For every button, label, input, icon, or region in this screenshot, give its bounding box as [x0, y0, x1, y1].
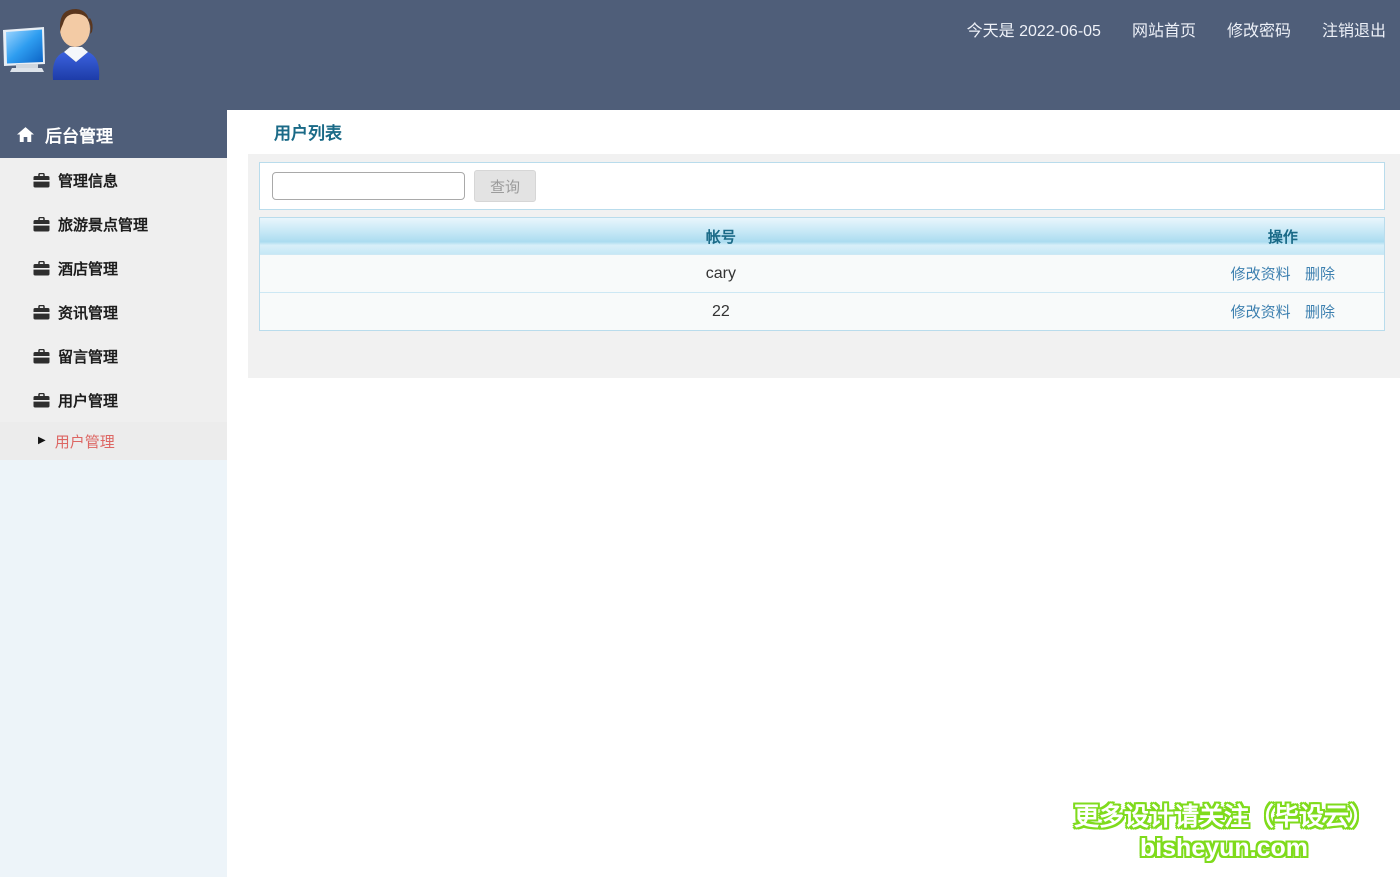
home-icon — [17, 126, 34, 142]
sidebar-item-messages[interactable]: 留言管理 — [0, 334, 227, 378]
sidebar-item-label: 用户管理 — [58, 392, 119, 410]
briefcase-icon — [33, 348, 50, 363]
actions-cell: 修改资料 删除 — [1182, 301, 1384, 322]
sidebar-item-label: 管理信息 — [58, 172, 119, 190]
triangle-right-icon: ▶ — [38, 435, 46, 446]
edit-profile-link[interactable]: 修改资料 — [1231, 266, 1291, 283]
sidebar-item-label: 留言管理 — [58, 348, 119, 366]
sidebar-background — [0, 460, 227, 877]
person-icon — [52, 9, 100, 80]
date-text: 今天是 2022-06-05 — [966, 23, 1101, 40]
sidebar-item-news[interactable]: 资讯管理 — [0, 290, 227, 334]
sidebar-item-label: 旅游景点管理 — [58, 216, 149, 234]
briefcase-icon — [33, 392, 50, 407]
sidebar-item-users[interactable]: 用户管理 — [0, 378, 227, 422]
briefcase-icon — [33, 172, 50, 187]
delete-link[interactable]: 删除 — [1305, 304, 1335, 321]
table-header-row: 帐号 操作 — [260, 218, 1384, 254]
nav-change-password[interactable]: 修改密码 — [1227, 17, 1291, 41]
watermark: 更多设计请关注（毕设云） bisheyun.com — [1074, 802, 1374, 864]
page-title: 用户列表 — [274, 124, 342, 143]
actions-cell: 修改资料 删除 — [1182, 263, 1384, 284]
delete-link[interactable]: 删除 — [1305, 266, 1335, 283]
main-content: 用户列表 查询 帐号 操作 cary 修改资料 删除 22 修改资料 删除 — [227, 110, 1400, 877]
top-header: 今天是 2022-06-05 网站首页 修改密码 注销退出 — [0, 0, 1400, 110]
sidebar-title: 后台管理 — [45, 126, 113, 146]
nav-site-home[interactable]: 网站首页 — [1132, 17, 1196, 41]
briefcase-icon — [33, 216, 50, 231]
briefcase-icon — [33, 260, 50, 275]
sidebar-menu: 管理信息 旅游景点管理 酒店管理 资讯管理 留言管理 用户管理 ▶ 用户管理 — [0, 158, 227, 460]
sidebar-item-attractions[interactable]: 旅游景点管理 — [0, 202, 227, 246]
admin-avatar-logo — [3, 9, 100, 80]
search-input[interactable] — [272, 172, 465, 200]
nav-logout[interactable]: 注销退出 — [1322, 17, 1386, 41]
sidebar-item-hotels[interactable]: 酒店管理 — [0, 246, 227, 290]
column-header-account: 帐号 — [705, 228, 736, 246]
search-button[interactable]: 查询 — [474, 170, 536, 202]
table-row: 22 修改资料 删除 — [260, 292, 1384, 330]
sidebar-item-label: 酒店管理 — [58, 260, 119, 278]
edit-profile-link[interactable]: 修改资料 — [1231, 304, 1291, 321]
account-cell: 22 — [711, 302, 730, 320]
sidebar-header: 后台管理 — [0, 110, 227, 158]
monitor-icon — [3, 27, 45, 72]
content-panel: 查询 帐号 操作 cary 修改资料 删除 22 修改资料 删除 — [248, 154, 1400, 378]
sidebar-subitem-label: 用户管理 — [54, 433, 115, 451]
briefcase-icon — [33, 304, 50, 319]
search-bar: 查询 — [259, 162, 1385, 210]
watermark-line1: 更多设计请关注（毕设云） — [1073, 803, 1374, 831]
account-cell: cary — [705, 264, 736, 282]
top-nav: 今天是 2022-06-05 网站首页 修改密码 注销退出 — [967, 17, 1386, 41]
sidebar-item-manage-info[interactable]: 管理信息 — [0, 158, 227, 202]
sidebar: 后台管理 管理信息 旅游景点管理 酒店管理 资讯管理 留言管理 用户管理 ▶ 用… — [0, 110, 227, 877]
sidebar-subitem-users[interactable]: ▶ 用户管理 — [0, 422, 227, 460]
sidebar-item-label: 资讯管理 — [58, 304, 119, 322]
table-row: cary 修改资料 删除 — [260, 254, 1384, 292]
watermark-line2: bisheyun.com — [1139, 834, 1309, 862]
user-table: 帐号 操作 cary 修改资料 删除 22 修改资料 删除 — [259, 217, 1385, 331]
column-header-actions: 操作 — [1267, 228, 1298, 246]
